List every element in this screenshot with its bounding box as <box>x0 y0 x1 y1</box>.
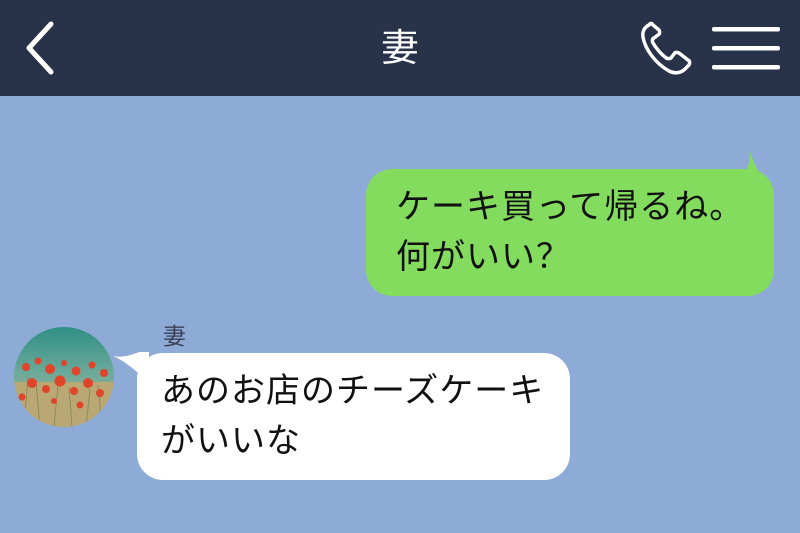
contact-avatar[interactable] <box>14 327 114 427</box>
message-line: あのお店のチーズケーキ <box>161 371 545 411</box>
outgoing-message-bubble[interactable]: ケーキ買って帰るね。 何がいい？ <box>366 169 774 296</box>
menu-button[interactable] <box>706 16 786 82</box>
back-button[interactable] <box>14 14 68 82</box>
call-button[interactable] <box>632 16 698 82</box>
message-line: がいいな <box>161 421 301 461</box>
hamburger-menu-icon <box>712 27 780 70</box>
message-line: ケーキ買って帰るね。 <box>396 187 745 227</box>
chat-title: 妻 <box>380 26 419 70</box>
incoming-message-bubble[interactable]: あのお店のチーズケーキ がいいな <box>137 353 570 480</box>
chat-header: 妻 <box>0 0 800 96</box>
phone-icon <box>641 21 692 75</box>
sender-name: 妻 <box>163 324 186 350</box>
avatar-photo <box>14 327 114 427</box>
message-line: 何がいい？ <box>396 237 571 277</box>
chevron-left-icon <box>26 21 54 75</box>
